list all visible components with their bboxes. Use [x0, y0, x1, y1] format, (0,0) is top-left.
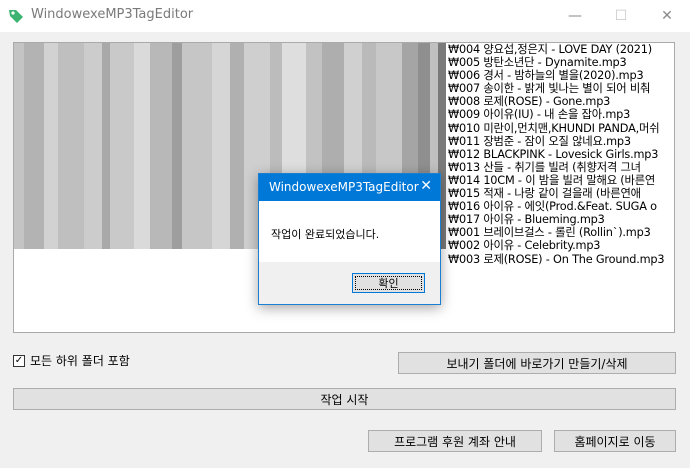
- file-list-item[interactable]: ₩001 브레이브걸스 - 롤린 (Rollin`).mp3: [446, 226, 674, 239]
- maximize-button[interactable]: ☐: [598, 0, 644, 32]
- file-list-item[interactable]: ₩015 적재 - 나랑 같이 걸을래 (바른연애: [446, 187, 674, 200]
- close-button[interactable]: ✕: [644, 0, 690, 32]
- app-tag-icon: [9, 10, 23, 23]
- donation-info-button[interactable]: 프로그램 후원 계좌 안내: [368, 430, 542, 452]
- dialog-ok-button[interactable]: 확인: [352, 273, 425, 293]
- dialog-title-bar: WindowexeMP3TagEditor ✕: [259, 174, 440, 201]
- file-list-item[interactable]: ₩010 미란이,먼치맨,KHUNDI PANDA,머쉬: [446, 122, 674, 135]
- file-list-item[interactable]: ₩006 경서 - 밤하늘의 별을(2020).mp3: [446, 69, 674, 82]
- file-list-item[interactable]: ₩007 송이한 - 밝게 빛나는 별이 되어 비춰: [446, 82, 674, 95]
- file-list-item[interactable]: ₩009 아이유(IU) - 내 손을 잡아.mp3: [446, 108, 674, 121]
- file-list-item[interactable]: ₩014 10CM - 이 밤을 빌려 말해요 (바른연: [446, 174, 674, 187]
- check-mark-icon: ✓: [14, 354, 24, 366]
- file-list-item[interactable]: ₩011 장범준 - 잠이 오질 않네요.mp3: [446, 135, 674, 148]
- start-task-button[interactable]: 작업 시작: [13, 388, 676, 410]
- dialog-close-icon[interactable]: ✕: [420, 178, 432, 194]
- title-bar: WindowexeMP3TagEditor — ☐ ✕: [0, 0, 690, 32]
- dialog-message: 작업이 완료되었습니다.: [271, 228, 380, 241]
- dialog-title: WindowexeMP3TagEditor: [269, 180, 419, 194]
- file-list-item[interactable]: ₩013 산들 - 취기를 빌려 (취향저격 그녀: [446, 161, 674, 174]
- homepage-button[interactable]: 홈페이지로 이동: [554, 430, 676, 452]
- send-to-folder-shortcut-button[interactable]: 보내기 폴더에 바로가기 만들기/삭제: [398, 352, 676, 374]
- file-list-item[interactable]: ₩002 아이유 - Celebrity.mp3: [446, 239, 674, 252]
- file-list-item[interactable]: ₩012 BLACKPINK - Lovesick Girls.mp3: [446, 148, 674, 161]
- file-list-item[interactable]: ₩005 방탄소년단 - Dynamite.mp3: [446, 56, 674, 69]
- include-subfolders-label: 모든 하위 폴더 포함: [30, 354, 130, 368]
- file-list-item[interactable]: ₩004 양요섭,정은지 - LOVE DAY (2021): [446, 43, 674, 56]
- file-list-item[interactable]: ₩017 아이유 - Blueming.mp3: [446, 213, 674, 226]
- include-subfolders-option[interactable]: ✓ 모든 하위 폴더 포함: [13, 352, 130, 369]
- completion-dialog: WindowexeMP3TagEditor ✕ 작업이 완료되었습니다. 확인: [258, 173, 441, 305]
- file-list-item[interactable]: ₩008 로제(ROSE) - Gone.mp3: [446, 95, 674, 108]
- file-list: ₩004 양요섭,정은지 - LOVE DAY (2021) ₩005 방탄소년단…: [446, 43, 674, 266]
- dialog-footer: 확인: [259, 262, 440, 304]
- file-list-item[interactable]: ₩016 아이유 - 에잇(Prod.&Feat. SUGA o: [446, 200, 674, 213]
- minimize-button[interactable]: —: [552, 0, 598, 32]
- window-title: WindowexeMP3TagEditor: [31, 7, 194, 22]
- file-list-item[interactable]: ₩003 로제(ROSE) - On The Ground.mp3: [446, 253, 674, 266]
- include-subfolders-checkbox[interactable]: ✓: [13, 354, 25, 367]
